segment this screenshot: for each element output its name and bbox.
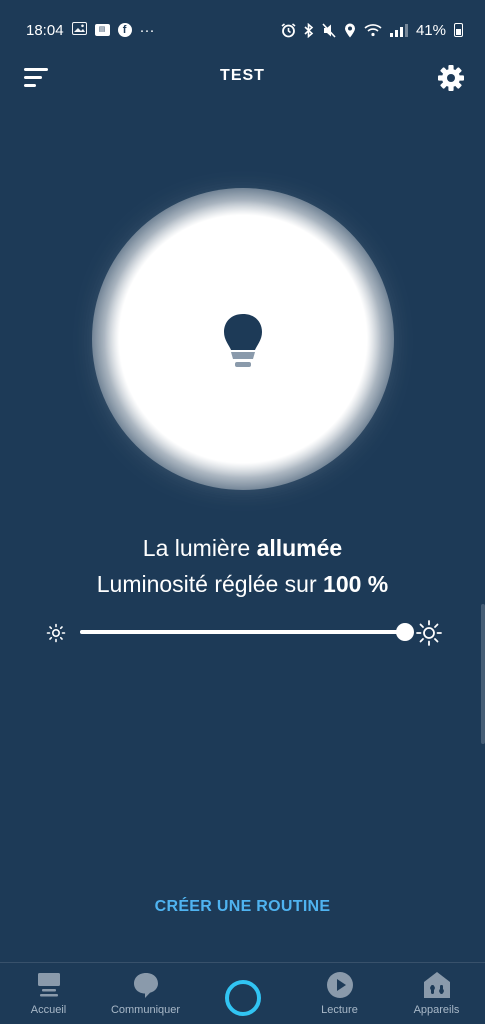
light-toggle-button[interactable] bbox=[134, 232, 352, 450]
sun-small-icon bbox=[46, 623, 66, 643]
image-icon bbox=[71, 22, 87, 38]
brightness-prefix: Luminosité réglée sur bbox=[96, 571, 324, 597]
location-icon bbox=[344, 23, 355, 37]
nav-item-play[interactable]: Lecture bbox=[291, 963, 388, 1024]
devices-icon bbox=[423, 972, 450, 998]
status-right: 41% bbox=[281, 22, 463, 39]
bottom-nav: Accueil Communiquer Lecture Appareils bbox=[0, 962, 485, 1024]
play-icon bbox=[326, 972, 353, 998]
battery-text: 41% bbox=[415, 21, 446, 39]
brightness-slider[interactable] bbox=[80, 623, 414, 641]
battery-icon bbox=[454, 23, 463, 37]
wifi-icon bbox=[364, 24, 382, 37]
status-left: 18:04 ▤ f ··· bbox=[26, 22, 155, 39]
mute-icon bbox=[322, 22, 336, 38]
nav-item-home[interactable]: Accueil bbox=[0, 963, 97, 1024]
alarm-icon bbox=[281, 22, 296, 37]
nav-label-play: Lecture bbox=[321, 1004, 358, 1016]
nav-item-devices[interactable]: Appareils bbox=[388, 963, 485, 1024]
page-title: TEST bbox=[220, 67, 265, 84]
edge-panel-handle[interactable] bbox=[481, 604, 485, 744]
create-routine-button[interactable]: CRÉER UNE ROUTINE bbox=[0, 898, 485, 916]
news-icon: ▤ bbox=[94, 24, 110, 36]
brightness-text: Luminosité réglée sur 100 % bbox=[0, 571, 485, 598]
nav-label-home: Accueil bbox=[30, 1004, 67, 1016]
brightness-slider-thumb[interactable] bbox=[396, 623, 414, 641]
status-bar: 18:04 ▤ f ··· 41% bbox=[0, 0, 485, 60]
nav-label-communicate: Communiquer bbox=[110, 1004, 181, 1016]
sun-large-icon bbox=[416, 620, 442, 646]
signal-icon bbox=[389, 23, 408, 37]
light-state-prefix: La lumière bbox=[142, 535, 257, 561]
facebook-icon: f bbox=[117, 23, 132, 37]
app-header: TEST bbox=[0, 56, 485, 100]
light-state-value: allumée bbox=[256, 535, 343, 561]
bulb-icon bbox=[224, 314, 262, 367]
brightness-value: 100 % bbox=[323, 571, 389, 597]
chat-icon bbox=[133, 973, 158, 998]
status-time: 18:04 bbox=[26, 21, 64, 39]
nav-label-devices: Appareils bbox=[413, 1004, 460, 1016]
brightness-slider-row bbox=[44, 616, 444, 648]
bluetooth-icon bbox=[304, 22, 314, 38]
light-state-text: La lumière allumée bbox=[0, 535, 485, 562]
nav-item-alexa[interactable] bbox=[194, 963, 291, 1024]
gear-icon[interactable] bbox=[437, 64, 465, 92]
more-icon: ··· bbox=[139, 21, 155, 39]
alexa-icon bbox=[221, 976, 265, 1020]
brightness-slider-fill bbox=[80, 630, 405, 634]
home-icon bbox=[37, 973, 60, 997]
nav-item-communicate[interactable]: Communiquer bbox=[97, 963, 194, 1024]
